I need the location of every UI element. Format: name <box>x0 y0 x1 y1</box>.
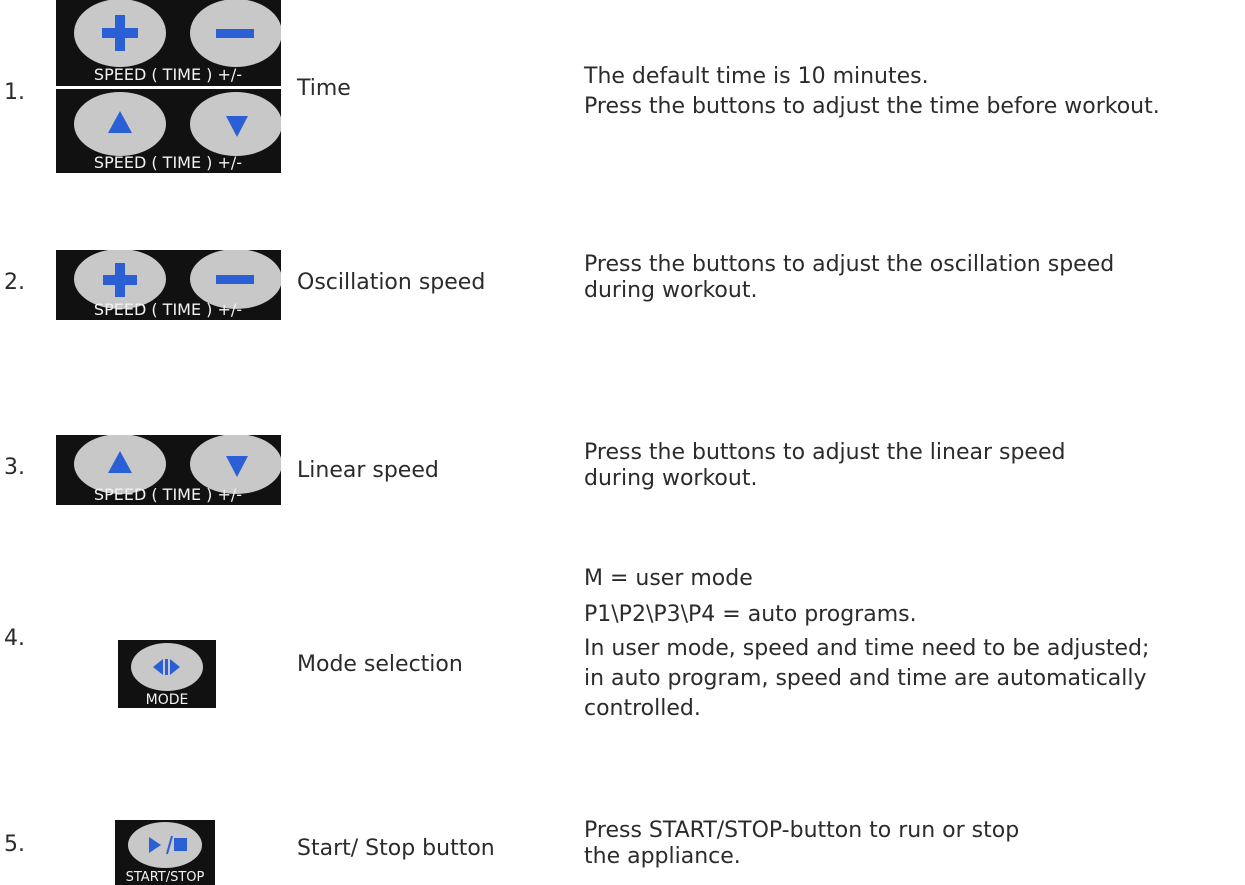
item-number: 3. <box>4 455 25 480</box>
panel-caption: SPEED ( TIME ) +/- <box>94 485 242 504</box>
panel-caption: MODE <box>146 692 189 708</box>
item-number: 4. <box>4 626 25 651</box>
item-description: Press START/STOP-button to run or stop t… <box>584 818 1020 869</box>
panel-caption: SPEED ( TIME ) +/- <box>94 300 242 319</box>
start-stop-control-panel: START/STOP <box>115 820 215 885</box>
item-label: Linear speed <box>297 458 439 483</box>
minus-icon <box>216 29 254 38</box>
item-label: Mode selection <box>297 652 463 677</box>
mode-control-panel: MODE <box>118 640 216 708</box>
item-description: Press the buttons to adjust the oscillat… <box>584 252 1115 303</box>
minus-icon <box>216 275 254 284</box>
panel-caption: START/STOP <box>126 870 205 885</box>
item-description: Press the buttons to adjust the linear s… <box>584 440 1066 491</box>
panel-caption: SPEED ( TIME ) +/- <box>94 153 242 172</box>
item-number: 5. <box>4 832 25 857</box>
start-stop-button[interactable] <box>128 822 202 868</box>
time-control-panel: SPEED ( TIME ) +/- SPEED ( TIME ) +/- <box>56 0 281 173</box>
item-label: Oscillation speed <box>297 270 486 295</box>
item-number: 1. <box>4 80 25 105</box>
item-label: Start/ Stop button <box>297 836 495 861</box>
oscillation-control-panel: SPEED ( TIME ) +/- <box>56 250 281 320</box>
panel-caption: SPEED ( TIME ) +/- <box>94 65 242 84</box>
linear-control-panel: SPEED ( TIME ) +/- <box>56 435 281 505</box>
item-description: M = user mode P1\P2\P3\P4 = auto program… <box>584 566 1150 721</box>
item-description: The default time is 10 minutes. Press th… <box>584 64 1160 119</box>
item-number: 2. <box>4 270 25 295</box>
item-label: Time <box>297 76 351 101</box>
